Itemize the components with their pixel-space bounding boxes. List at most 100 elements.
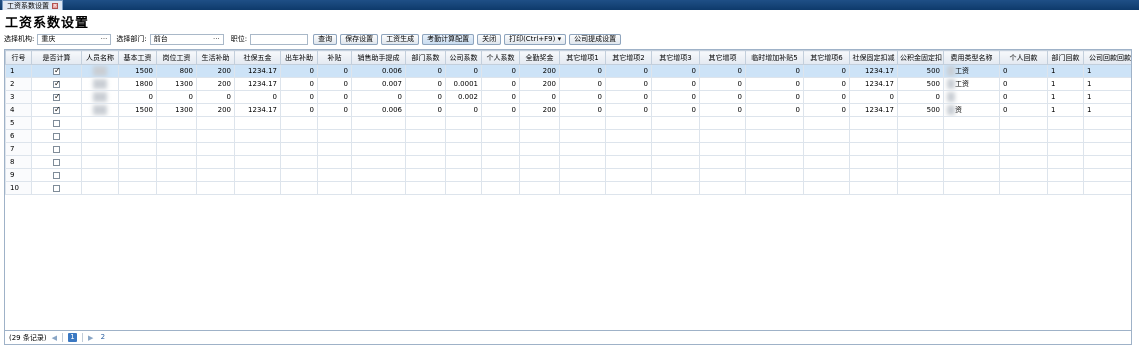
value-cell[interactable] xyxy=(803,168,850,182)
value-cell[interactable]: 0 xyxy=(803,103,850,117)
value-cell[interactable]: 0 xyxy=(651,103,700,117)
value-cell[interactable] xyxy=(317,142,352,156)
payback-cell[interactable]: 1 xyxy=(1083,77,1131,91)
value-cell[interactable]: 0 xyxy=(317,90,352,104)
value-cell[interactable]: 0 xyxy=(445,64,482,78)
payback-cell[interactable] xyxy=(1083,168,1131,182)
column-header[interactable]: 销售助手提成 xyxy=(351,50,406,65)
payback-cell[interactable] xyxy=(1083,142,1131,156)
expense-type-cell[interactable] xyxy=(943,155,1000,169)
payback-cell[interactable]: 1 xyxy=(1083,103,1131,117)
value-cell[interactable] xyxy=(234,155,281,169)
value-cell[interactable] xyxy=(196,129,235,143)
payback-cell[interactable] xyxy=(999,129,1048,143)
person-name-cell[interactable] xyxy=(81,64,119,78)
value-cell[interactable] xyxy=(196,181,235,195)
value-cell[interactable] xyxy=(405,168,446,182)
table-row[interactable]: 4150013002001234.17000.00600020000000012… xyxy=(5,103,1131,117)
value-cell[interactable] xyxy=(280,142,318,156)
value-cell[interactable] xyxy=(803,116,850,130)
dept-select[interactable]: 前台 ··· xyxy=(149,33,224,45)
column-header[interactable]: 部门回款 xyxy=(1047,50,1084,65)
value-cell[interactable] xyxy=(849,116,898,130)
column-header[interactable]: 基本工资 xyxy=(118,50,157,65)
column-header[interactable]: 个人系数 xyxy=(481,50,520,65)
payback-cell[interactable]: 1 xyxy=(1047,64,1084,78)
payback-cell[interactable] xyxy=(1083,129,1131,143)
expense-type-cell[interactable]: 资 xyxy=(943,103,1000,117)
value-cell[interactable] xyxy=(559,155,606,169)
value-cell[interactable] xyxy=(280,129,318,143)
value-cell[interactable]: 1300 xyxy=(156,77,197,91)
value-cell[interactable] xyxy=(605,168,652,182)
calculate-checkbox[interactable] xyxy=(53,158,60,166)
value-cell[interactable] xyxy=(849,129,898,143)
value-cell[interactable] xyxy=(156,142,197,156)
value-cell[interactable] xyxy=(196,142,235,156)
value-cell[interactable] xyxy=(481,129,520,143)
value-cell[interactable]: 0 xyxy=(897,90,944,104)
value-cell[interactable] xyxy=(445,129,482,143)
salary-generate-button[interactable]: 工资生成 xyxy=(381,33,420,45)
payback-cell[interactable] xyxy=(1047,168,1084,182)
calculate-checkbox[interactable] xyxy=(53,79,61,88)
value-cell[interactable]: 200 xyxy=(196,77,235,91)
value-cell[interactable] xyxy=(559,142,606,156)
expense-type-cell[interactable] xyxy=(943,129,1000,143)
value-cell[interactable]: 500 xyxy=(897,77,944,91)
value-cell[interactable] xyxy=(699,116,746,130)
value-cell[interactable] xyxy=(803,155,850,169)
position-input[interactable] xyxy=(250,33,309,45)
value-cell[interactable]: 1234.17 xyxy=(234,77,281,91)
payback-cell[interactable] xyxy=(1083,155,1131,169)
value-cell[interactable]: 0.002 xyxy=(445,90,482,104)
payback-cell[interactable] xyxy=(1047,181,1084,195)
value-cell[interactable]: 0 xyxy=(196,90,235,104)
column-header[interactable]: 公积金固定扣 xyxy=(897,50,944,65)
value-cell[interactable] xyxy=(405,116,446,130)
value-cell[interactable] xyxy=(651,181,700,195)
value-cell[interactable]: 1234.17 xyxy=(234,64,281,78)
value-cell[interactable] xyxy=(351,116,406,130)
value-cell[interactable] xyxy=(317,168,352,182)
value-cell[interactable]: 0 xyxy=(280,103,318,117)
value-cell[interactable]: 0.0001 xyxy=(445,77,482,91)
value-cell[interactable] xyxy=(234,142,281,156)
value-cell[interactable]: 1500 xyxy=(118,103,157,117)
column-header[interactable]: 出车补助 xyxy=(280,50,318,65)
value-cell[interactable]: 0 xyxy=(280,77,318,91)
value-cell[interactable] xyxy=(897,142,944,156)
value-cell[interactable] xyxy=(481,116,520,130)
value-cell[interactable]: 0 xyxy=(699,90,746,104)
column-header[interactable]: 行号 xyxy=(5,50,32,65)
person-name-cell[interactable] xyxy=(81,181,119,195)
value-cell[interactable] xyxy=(405,129,446,143)
value-cell[interactable] xyxy=(699,181,746,195)
value-cell[interactable] xyxy=(317,129,352,143)
value-cell[interactable] xyxy=(234,129,281,143)
value-cell[interactable]: 0 xyxy=(481,64,520,78)
value-cell[interactable] xyxy=(156,181,197,195)
calculate-checkbox[interactable] xyxy=(53,105,61,114)
person-name-cell[interactable] xyxy=(81,142,119,156)
value-cell[interactable]: 0 xyxy=(481,103,520,117)
payback-cell[interactable] xyxy=(999,116,1048,130)
column-header[interactable]: 临时增加补贴5 xyxy=(745,50,804,65)
value-cell[interactable] xyxy=(897,116,944,130)
value-cell[interactable]: 200 xyxy=(196,64,235,78)
value-cell[interactable] xyxy=(559,168,606,182)
value-cell[interactable] xyxy=(445,181,482,195)
value-cell[interactable] xyxy=(317,181,352,195)
payback-cell[interactable]: 1 xyxy=(1047,90,1084,104)
value-cell[interactable] xyxy=(519,142,560,156)
payback-cell[interactable] xyxy=(1047,116,1084,130)
value-cell[interactable] xyxy=(803,142,850,156)
value-cell[interactable]: 0 xyxy=(156,90,197,104)
value-cell[interactable]: 0 xyxy=(745,64,804,78)
table-row[interactable]: 8 xyxy=(5,155,1131,169)
value-cell[interactable] xyxy=(519,116,560,130)
value-cell[interactable] xyxy=(481,142,520,156)
value-cell[interactable]: 0 xyxy=(699,103,746,117)
value-cell[interactable] xyxy=(156,116,197,130)
value-cell[interactable] xyxy=(445,142,482,156)
